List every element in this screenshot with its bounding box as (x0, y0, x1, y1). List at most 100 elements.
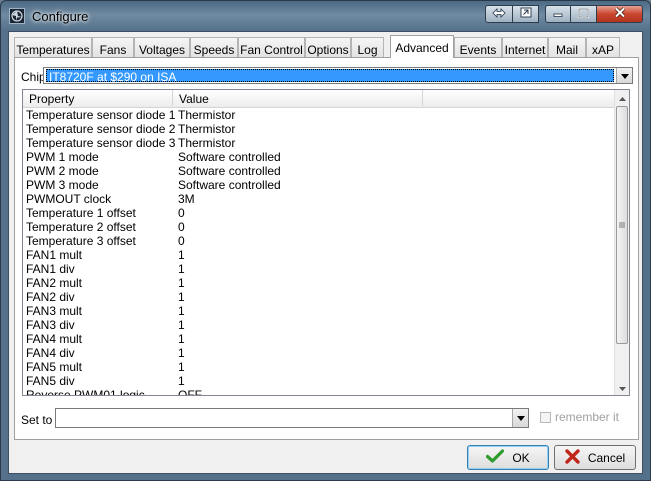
value-cell[interactable]: 1 (178, 290, 185, 304)
tray-button[interactable] (513, 5, 539, 23)
chip-select[interactable]: IT8720F at $290 on ISA (43, 67, 633, 84)
value-cell[interactable]: 1 (178, 332, 185, 346)
maximize-button[interactable] (571, 5, 597, 23)
property-cell: Temperature sensor diode 2 (26, 122, 176, 136)
set-to-dropdown-button[interactable] (512, 409, 528, 427)
tab-fans[interactable]: Fans (92, 37, 134, 57)
table-row[interactable]: Reverse PWM01 logic OFF (23, 388, 614, 395)
table-row[interactable]: Temperature 2 offset 0 (23, 220, 614, 234)
property-cell: FAN1 div (26, 262, 75, 276)
table-row[interactable]: FAN5 mult 1 (23, 360, 614, 374)
scroll-down-button[interactable] (615, 380, 629, 395)
property-cell: PWM 2 mode (26, 164, 99, 178)
property-cell: FAN4 div (26, 346, 75, 360)
tab-temperatures[interactable]: Temperatures (14, 37, 92, 57)
tab-xap[interactable]: xAP (586, 37, 620, 57)
value-cell[interactable]: 1 (178, 304, 185, 318)
value-cell[interactable]: Thermistor (178, 122, 235, 136)
table-row[interactable]: PWM 2 mode Software controlled (23, 164, 614, 178)
set-to-label: Set to (21, 413, 53, 427)
tab-speeds[interactable]: Speeds (190, 37, 238, 57)
value-cell[interactable]: 1 (178, 276, 185, 290)
button-bar: OK Cancel (9, 440, 642, 475)
window-title: Configure (32, 9, 89, 24)
tab-log[interactable]: Log (351, 37, 384, 57)
ok-label: OK (512, 450, 530, 465)
value-cell[interactable]: 1 (178, 248, 185, 262)
column-header-property[interactable]: Property (23, 90, 173, 106)
property-cell: FAN5 div (26, 374, 75, 388)
table-row[interactable]: PWM 3 mode Software controlled (23, 178, 614, 192)
table-row[interactable]: Temperature 1 offset 0 (23, 206, 614, 220)
sync-button[interactable] (485, 5, 513, 23)
property-cell: Temperature sensor diode 1 (26, 108, 176, 122)
value-cell[interactable]: 1 (178, 318, 185, 332)
close-icon (614, 7, 626, 21)
close-button[interactable] (597, 5, 643, 23)
value-cell[interactable]: 1 (178, 374, 185, 388)
table-row[interactable]: FAN4 mult 1 (23, 332, 614, 346)
table-row[interactable]: FAN3 div 1 (23, 318, 614, 332)
tab-mail[interactable]: Mail (548, 37, 586, 57)
value-cell[interactable]: 0 (178, 206, 185, 220)
title-bar[interactable]: Configure (1, 1, 650, 31)
remember-it-checkbox[interactable] (540, 411, 551, 423)
table-row[interactable]: Temperature sensor diode 3 Thermistor (23, 136, 614, 150)
scroll-up-button[interactable] (615, 90, 629, 105)
minimize-button[interactable] (545, 5, 571, 23)
grid-header: Property Value (23, 90, 614, 108)
table-row[interactable]: FAN4 div 1 (23, 346, 614, 360)
tab-voltages[interactable]: Voltages (134, 37, 190, 57)
tab-fan-control[interactable]: Fan Control (238, 37, 305, 57)
table-row[interactable]: Temperature 3 offset 0 (23, 234, 614, 248)
table-row[interactable]: Temperature sensor diode 1 Thermistor (23, 108, 614, 122)
table-row[interactable]: FAN5 div 1 (23, 374, 614, 388)
tab-advanced[interactable]: Advanced (390, 35, 454, 58)
chip-dropdown-button[interactable] (616, 68, 632, 83)
table-row[interactable]: FAN2 mult 1 (23, 276, 614, 290)
remember-it-option[interactable]: remember it (540, 410, 619, 424)
table-row[interactable]: Temperature sensor diode 2 Thermistor (23, 122, 614, 136)
tab-options[interactable]: Options (305, 37, 351, 57)
value-cell[interactable]: 0 (178, 234, 185, 248)
property-cell: FAN2 div (26, 290, 75, 304)
value-cell[interactable]: 0 (178, 220, 185, 234)
table-row[interactable]: FAN1 mult 1 (23, 248, 614, 262)
table-row[interactable]: PWM 1 mode Software controlled (23, 150, 614, 164)
property-cell: FAN3 div (26, 318, 75, 332)
value-cell[interactable]: 1 (178, 360, 185, 374)
value-cell[interactable]: 3M (178, 192, 195, 206)
property-cell: Temperature sensor diode 3 (26, 136, 176, 150)
grid-vertical-scrollbar[interactable] (614, 90, 629, 395)
table-row[interactable]: FAN1 div 1 (23, 262, 614, 276)
property-cell: PWMOUT clock (26, 192, 112, 206)
dialog-client-area: Temperatures Fans Voltages Speeds Fan Co… (8, 31, 643, 474)
value-cell[interactable]: Thermistor (178, 108, 235, 122)
value-cell[interactable]: OFF (178, 388, 202, 395)
table-row[interactable]: FAN2 div 1 (23, 290, 614, 304)
cancel-button[interactable]: Cancel (554, 445, 636, 470)
tab-strip: Temperatures Fans Voltages Speeds Fan Co… (14, 35, 639, 58)
value-cell[interactable]: Software controlled (178, 164, 281, 178)
tab-internet[interactable]: Internet (502, 37, 548, 57)
value-cell[interactable]: Software controlled (178, 150, 281, 164)
dropdown-arrow-icon (620, 70, 629, 82)
scroll-thumb[interactable] (616, 106, 628, 344)
table-row[interactable]: PWMOUT clock 3M (23, 192, 614, 206)
table-row[interactable]: FAN3 mult 1 (23, 304, 614, 318)
property-cell: FAN3 mult (26, 304, 83, 318)
app-icon[interactable] (9, 8, 25, 24)
configure-window: Configure Temperatures Fans Voltages Spe… (0, 0, 651, 481)
chip-value: IT8720F at $290 on ISA (49, 70, 177, 84)
ok-button[interactable]: OK (467, 445, 549, 470)
value-cell[interactable]: 1 (178, 262, 185, 276)
value-cell[interactable]: 1 (178, 346, 185, 360)
tab-events[interactable]: Events (454, 37, 502, 57)
property-cell: Reverse PWM01 logic (26, 388, 145, 395)
set-to-select[interactable] (55, 408, 529, 428)
property-cell: FAN2 mult (26, 276, 83, 290)
column-header-value[interactable]: Value (173, 90, 423, 106)
value-cell[interactable]: Software controlled (178, 178, 281, 192)
property-cell: FAN5 mult (26, 360, 83, 374)
value-cell[interactable]: Thermistor (178, 136, 235, 150)
